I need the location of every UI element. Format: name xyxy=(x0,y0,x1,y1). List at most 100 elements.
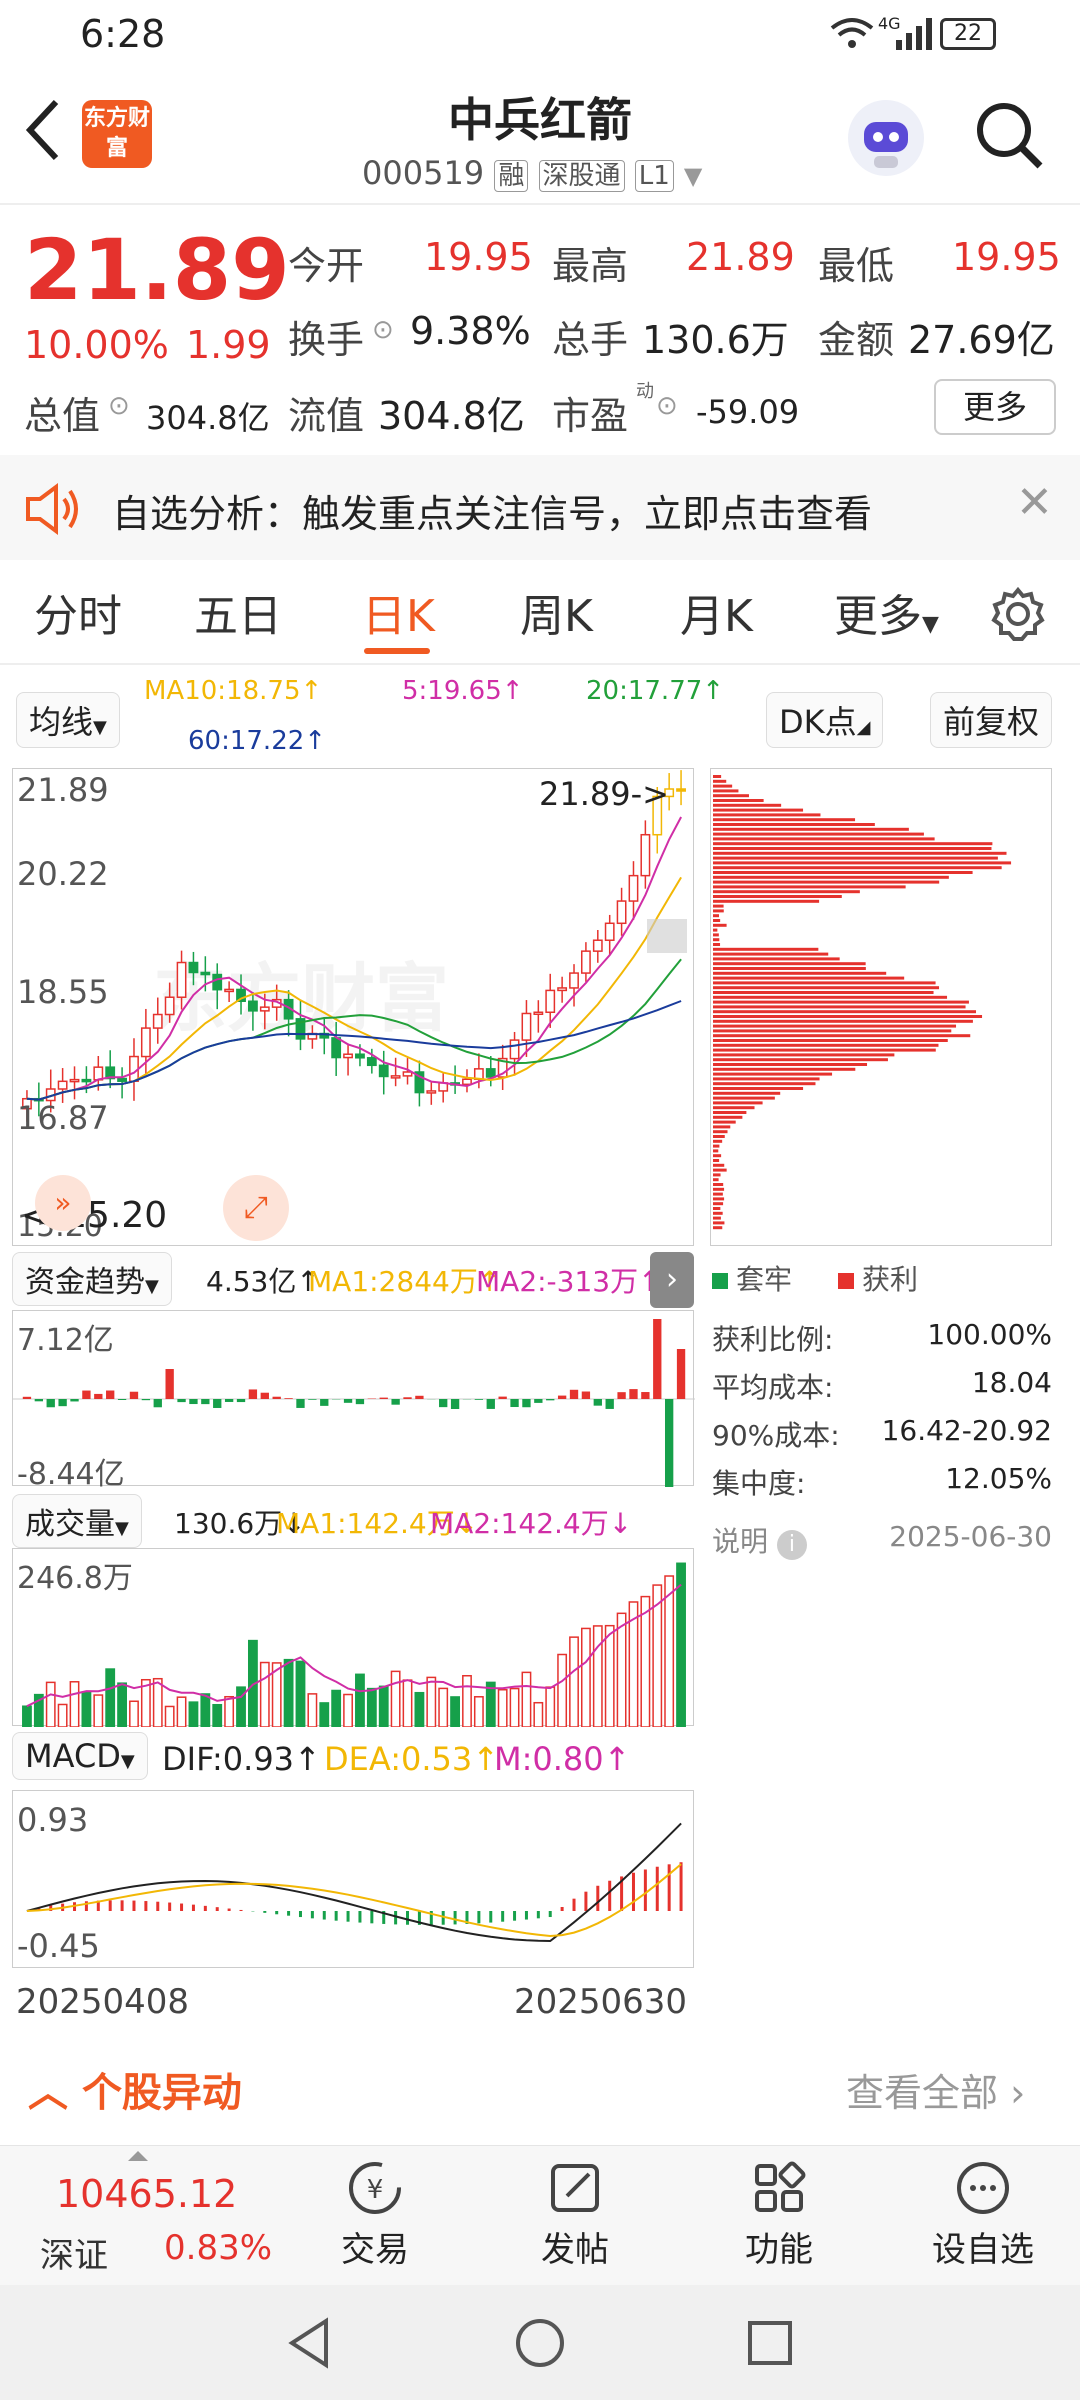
volume-bar xyxy=(283,1658,294,1728)
volume-bar xyxy=(212,1703,223,1728)
ma-dropdown[interactable]: 均线▼ xyxy=(16,692,120,748)
volume-bar xyxy=(462,1674,472,1728)
flow-bar xyxy=(201,1399,210,1405)
adjust-button[interactable]: 前复权 xyxy=(930,692,1053,748)
volume-bar xyxy=(640,1595,651,1728)
info-icon[interactable]: ⊙ xyxy=(108,391,130,421)
volume-label: 成交量 xyxy=(25,1507,115,1542)
more-button[interactable]: 更多 xyxy=(934,379,1056,435)
chip-bar xyxy=(713,1039,948,1042)
volume-bar xyxy=(521,1671,532,1728)
nav-trade[interactable]: ¥ 交易 xyxy=(320,2158,430,2278)
tab-more-label: 更多 xyxy=(834,591,922,642)
chip-note-label: 说明 xyxy=(712,1525,769,1558)
gear-icon[interactable] xyxy=(990,586,1046,646)
chip-row-value: 18.04 xyxy=(971,1366,1052,1399)
candle xyxy=(592,939,603,952)
ma60-label: 60:17.22↑ xyxy=(188,726,327,756)
macd-label: MACD xyxy=(25,1737,121,1775)
tab-intraday[interactable]: 分时 xyxy=(34,580,122,644)
home-circle-icon[interactable] xyxy=(512,2315,568,2371)
volume-bar xyxy=(69,1681,80,1728)
dropdown-icon: ▼ xyxy=(93,717,107,738)
index-pct: 0.83% xyxy=(164,2228,273,2268)
tab-daily-k[interactable]: 日K xyxy=(362,580,435,644)
dif-line xyxy=(26,1822,682,1943)
stock-alerts[interactable]: ︿ 个股异动 查看全部 › xyxy=(0,2050,1080,2130)
search-icon[interactable] xyxy=(974,100,1046,176)
tab-5day[interactable]: 五日 xyxy=(194,580,282,644)
analysis-banner[interactable]: 自选分析：触发重点关注信号，立即点击查看 ✕ xyxy=(0,455,1080,560)
fullscreen-icon[interactable]: ⤢ xyxy=(223,1175,289,1241)
volume-bar xyxy=(604,1624,615,1728)
pe-value: -59.09 xyxy=(696,393,800,431)
flow-bar xyxy=(46,1399,55,1408)
dk-point-button[interactable]: DK点◢ xyxy=(766,692,884,748)
close-icon[interactable]: ✕ xyxy=(1016,477,1053,528)
flow-bar xyxy=(34,1399,44,1402)
volume-dropdown[interactable]: 成交量▼ xyxy=(12,1494,142,1548)
view-all-link[interactable]: 查看全部 › xyxy=(846,2062,1025,2117)
volume-bar xyxy=(533,1701,544,1728)
flow-bar xyxy=(70,1399,79,1402)
chip-bar xyxy=(713,1183,724,1186)
dropdown-icon[interactable]: ▼ xyxy=(684,162,702,190)
low-value: 19.95 xyxy=(952,235,1061,279)
chip-bar xyxy=(713,842,993,846)
macd-chart[interactable]: 0.93 -0.45 xyxy=(12,1790,694,1968)
volume-bar xyxy=(164,1705,175,1728)
volume-bar xyxy=(545,1686,556,1728)
chip-bar xyxy=(713,1226,723,1230)
chip-bar xyxy=(713,1135,725,1138)
tab-weekly-k[interactable]: 周K xyxy=(520,580,593,644)
float-label: 流值 xyxy=(288,394,365,438)
fund-flow-chart[interactable]: 7.12亿 -8.44亿 xyxy=(12,1310,695,1492)
volume-bar xyxy=(152,1677,163,1728)
macd-plot xyxy=(26,1822,683,1943)
flow-bar xyxy=(260,1392,269,1399)
back-triangle-icon[interactable] xyxy=(282,2315,338,2371)
tab-more[interactable]: 更多▼ xyxy=(834,580,939,644)
nav-func[interactable]: 功能 xyxy=(724,2158,834,2278)
recents-square-icon[interactable] xyxy=(742,2315,798,2371)
stock-code-row: 000519 融 深股通 L1 ▼ xyxy=(362,154,702,192)
chip-bar xyxy=(713,1197,725,1201)
expand-left-icon[interactable]: » xyxy=(35,1175,91,1231)
candle xyxy=(212,973,223,991)
amount-label: 金额 xyxy=(818,318,895,362)
banner-text: 自选分析：触发重点关注信号，立即点击查看 xyxy=(112,492,873,536)
chip-bar xyxy=(713,1187,725,1191)
flow-bar xyxy=(284,1398,293,1399)
volume-bar xyxy=(188,1701,199,1728)
volume-bar xyxy=(355,1673,365,1728)
chip-bar xyxy=(713,1207,721,1210)
chip-bar xyxy=(713,899,820,903)
candle xyxy=(164,996,175,1016)
volume-chart[interactable]: 246.8万 xyxy=(12,1548,694,1728)
macd-dif: DIF:0.93↑ xyxy=(162,1740,321,1778)
candle xyxy=(604,922,615,941)
candle xyxy=(140,1027,151,1058)
chip-bar xyxy=(713,827,909,831)
candle xyxy=(676,788,686,792)
macd-dropdown[interactable]: MACD▼ xyxy=(12,1732,148,1780)
chip-bar xyxy=(713,1091,781,1095)
nav-post[interactable]: 发帖 xyxy=(520,2158,630,2278)
index-value[interactable]: 10465.12 xyxy=(56,2172,237,2216)
kline-chart[interactable]: 东方财富 21.89 20.22 18.55 16.87 15.20 21.89… xyxy=(12,768,694,1246)
turnover-label: 换手 xyxy=(288,318,365,362)
date-end: 20250630 xyxy=(514,1982,688,2022)
alerts-title-text: 个股异动 xyxy=(81,2070,242,2116)
candle xyxy=(533,1011,544,1016)
tab-monthly-k[interactable]: 月K xyxy=(680,580,753,644)
assistant-avatar[interactable] xyxy=(848,100,924,176)
info-icon[interactable]: ⊙ xyxy=(656,391,678,421)
nav-watchlist[interactable]: 设自选 xyxy=(918,2158,1048,2278)
dropdown-icon: ▼ xyxy=(145,1276,159,1297)
fund-flow-dropdown[interactable]: 资金趋势▼ xyxy=(12,1252,172,1306)
chevron-right-icon[interactable]: › xyxy=(650,1252,694,1308)
mktcap-label: 总值 xyxy=(24,394,101,438)
chip-bar xyxy=(713,991,934,994)
chip-note[interactable]: 说明 i xyxy=(712,1520,807,1560)
info-icon[interactable]: ⊙ xyxy=(372,315,394,345)
